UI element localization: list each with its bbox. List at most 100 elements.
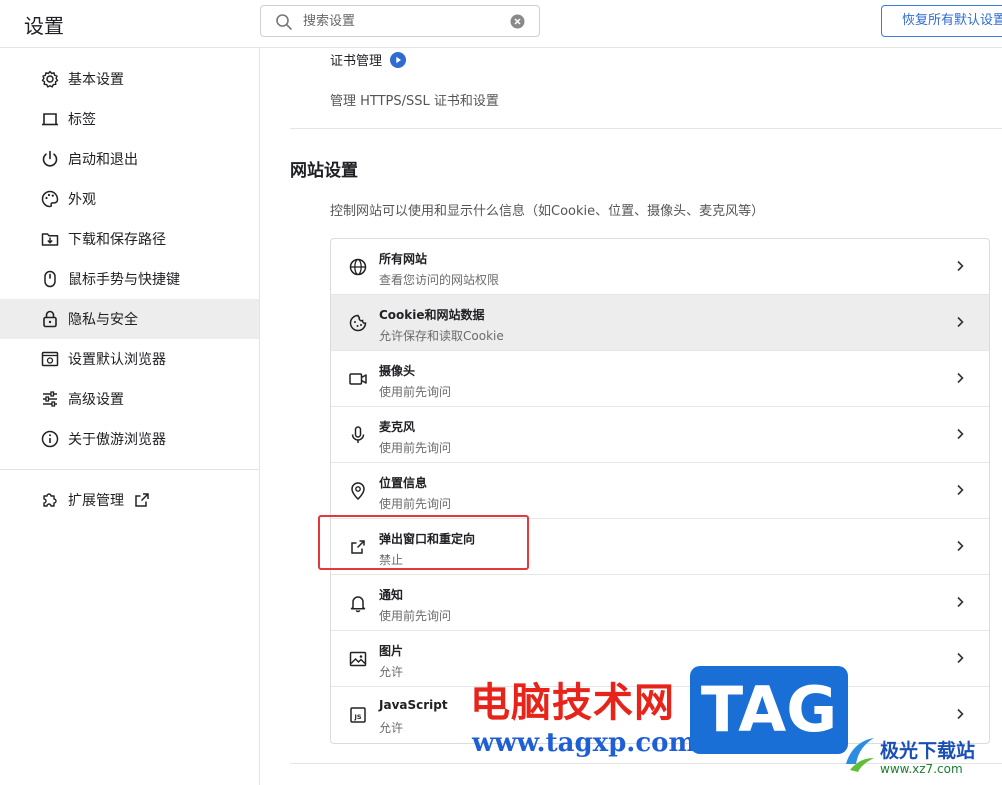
chevron-right-icon <box>957 372 964 384</box>
certificate-title: 证书管理 <box>330 54 383 69</box>
camera-icon <box>348 369 368 389</box>
page-title: 设置 <box>24 14 64 38</box>
row-title: 通知 <box>379 588 404 602</box>
clear-search-icon[interactable] <box>510 14 525 29</box>
browser-icon <box>40 349 60 369</box>
search-box[interactable] <box>260 5 540 37</box>
external-link-icon <box>135 493 149 507</box>
row-subtitle: 使用前先询问 <box>379 609 452 623</box>
sidebar-item-label: 高级设置 <box>68 392 124 408</box>
sidebar-item-downloads[interactable]: 下载和保存路径 <box>0 219 259 259</box>
sidebar-item-startup-exit[interactable]: 启动和退出 <box>0 139 259 179</box>
row-subtitle: 允许保存和读取Cookie <box>379 329 504 343</box>
gear-icon <box>40 69 60 89</box>
certificate-description: 管理 HTTPS/SSL 证书和设置 <box>330 94 499 109</box>
row-title: 弹出窗口和重定向 <box>379 532 476 546</box>
sidebar: 基本设置 标签 启动和退出 外观 下载和保存路径 鼠标手势与快捷键 隐私与安全 … <box>0 48 260 785</box>
site-row-notifications[interactable]: 通知 使用前先询问 <box>331 575 989 631</box>
chevron-right-icon <box>957 540 964 552</box>
row-subtitle: 允许 <box>379 721 404 735</box>
row-subtitle: 使用前先询问 <box>379 385 452 399</box>
site-row-cookies[interactable]: Cookie和网站数据 允许保存和读取Cookie <box>331 295 989 351</box>
row-title: 图片 <box>379 644 404 658</box>
sliders-icon <box>40 389 60 409</box>
bell-icon <box>348 593 368 613</box>
sidebar-item-label: 扩展管理 <box>68 493 124 509</box>
sidebar-item-mouse-gestures[interactable]: 鼠标手势与快捷键 <box>0 259 259 299</box>
image-icon <box>348 649 368 669</box>
row-subtitle: 使用前先询问 <box>379 441 452 455</box>
sidebar-item-label: 外观 <box>68 192 96 208</box>
row-title: 麦克风 <box>379 420 416 434</box>
sidebar-item-label: 下载和保存路径 <box>68 232 166 248</box>
sidebar-item-default-browser[interactable]: 设置默认浏览器 <box>0 339 259 379</box>
watermark-site-name: 极光下载站 <box>880 740 976 762</box>
row-title: 位置信息 <box>379 476 428 490</box>
watermark-url-text: www.tagxp.com <box>472 728 697 758</box>
mouse-icon <box>40 269 60 289</box>
sidebar-item-basic-settings[interactable]: 基本设置 <box>0 59 259 99</box>
chevron-right-icon <box>957 596 964 608</box>
sidebar-item-about[interactable]: 关于傲游浏览器 <box>0 419 259 459</box>
play-arrow-icon <box>390 51 407 68</box>
sidebar-item-appearance[interactable]: 外观 <box>0 179 259 219</box>
chevron-right-icon <box>957 260 964 272</box>
sidebar-item-extensions[interactable]: 扩展管理 <box>0 480 259 520</box>
search-input[interactable] <box>303 11 503 31</box>
sidebar-item-label: 启动和退出 <box>68 152 138 168</box>
popup-external-icon <box>348 537 368 557</box>
chevron-right-icon <box>957 484 964 496</box>
watermark-aurora-logo-icon <box>846 738 874 772</box>
globe-icon <box>348 257 368 277</box>
sidebar-item-label: 关于傲游浏览器 <box>68 432 166 448</box>
row-title: 所有网站 <box>379 252 428 266</box>
watermark-cn-text: 电脑技术网 <box>470 679 675 726</box>
search-icon <box>276 14 292 30</box>
sidebar-item-label: 标签 <box>68 112 96 128</box>
info-icon <box>40 429 60 449</box>
row-title: 摄像头 <box>379 364 416 378</box>
sidebar-item-tabs[interactable]: 标签 <box>0 99 259 139</box>
row-title: Cookie和网站数据 <box>379 308 485 322</box>
row-subtitle: 禁止 <box>379 553 404 567</box>
lock-icon <box>40 309 60 329</box>
site-row-popups-redirects[interactable]: 弹出窗口和重定向 禁止 <box>331 519 989 575</box>
cookie-icon <box>348 313 368 333</box>
sidebar-item-label: 设置默认浏览器 <box>68 352 166 368</box>
site-row-camera[interactable]: 摄像头 使用前先询问 <box>331 351 989 407</box>
site-row-microphone[interactable]: 麦克风 使用前先询问 <box>331 407 989 463</box>
site-settings-title: 网站设置 <box>290 161 358 181</box>
sidebar-item-privacy-security[interactable]: 隐私与安全 <box>0 299 259 339</box>
site-row-all-sites[interactable]: 所有网站 查看您访问的网站权限 <box>331 239 989 295</box>
puzzle-icon <box>40 490 60 510</box>
chevron-right-icon <box>957 652 964 664</box>
chevron-right-icon <box>957 428 964 440</box>
location-pin-icon <box>348 481 368 501</box>
js-icon: JS <box>348 705 368 725</box>
site-settings-description: 控制网站可以使用和显示什么信息（如Cookie、位置、摄像头、麦克风等） <box>330 204 765 219</box>
restore-defaults-button[interactable]: 恢复所有默认设置 <box>881 5 1002 37</box>
sidebar-item-label: 隐私与安全 <box>68 312 138 328</box>
palette-icon <box>40 189 60 209</box>
watermark-site-url: www.xz7.com <box>880 762 963 776</box>
row-subtitle: 查看您访问的网站权限 <box>379 273 500 287</box>
certificate-management-link[interactable]: 证书管理 <box>330 50 407 69</box>
top-bar: 设置 恢复所有默认设置 <box>0 0 1002 48</box>
row-subtitle: 允许 <box>379 665 404 679</box>
sidebar-item-label: 基本设置 <box>68 72 124 88</box>
sidebar-item-label: 鼠标手势与快捷键 <box>68 272 180 288</box>
row-subtitle: 使用前先询问 <box>379 497 452 511</box>
chevron-right-icon <box>957 316 964 328</box>
watermark-tag-logo: TAG <box>690 666 848 754</box>
power-icon <box>40 149 60 169</box>
row-title: JavaScript <box>379 698 448 712</box>
microphone-icon <box>348 425 368 445</box>
chevron-right-icon <box>957 708 964 720</box>
sidebar-divider <box>0 469 259 470</box>
site-row-location[interactable]: 位置信息 使用前先询问 <box>331 463 989 519</box>
tab-icon <box>40 109 60 129</box>
site-settings-list: 所有网站 查看您访问的网站权限 Cookie和网站数据 允许保存和读取Cooki… <box>330 238 990 744</box>
section-divider <box>290 128 1002 129</box>
download-folder-icon <box>40 229 60 249</box>
sidebar-item-advanced[interactable]: 高级设置 <box>0 379 259 419</box>
